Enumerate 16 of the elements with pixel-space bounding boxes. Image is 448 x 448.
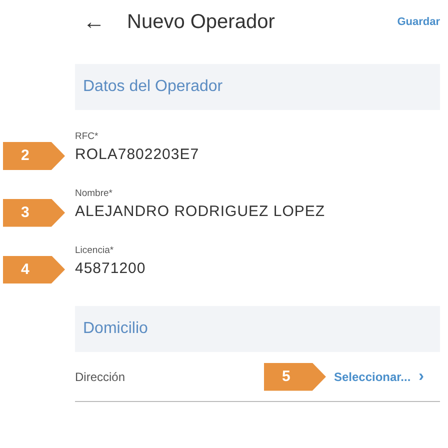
- callout-badge: 2: [3, 142, 65, 170]
- field-label: Nombre*: [75, 186, 114, 201]
- section-header: Domicilio: [75, 306, 440, 352]
- field-label: Licencia*: [75, 244, 115, 258]
- chevron-icon: ›: [418, 364, 424, 389]
- callout-badge: 5: [264, 362, 326, 391]
- field-value[interactable]: ALEJANDRO RODRIGUEZ LOPEZ: [75, 201, 440, 224]
- field-label: Dirección: [75, 368, 126, 386]
- field-value[interactable]: ROLA7802203E7: [75, 144, 440, 167]
- field-value[interactable]: 45871200: [75, 258, 440, 280]
- section-header: Datos del Operador: [75, 64, 440, 110]
- back-button[interactable]: ←: [83, 11, 105, 33]
- field-label: RFC*: [75, 130, 100, 144]
- callout-badge: 4: [3, 256, 65, 284]
- callout-badge: 3: [3, 198, 65, 227]
- page-title: Nuevo Operador: [127, 10, 275, 35]
